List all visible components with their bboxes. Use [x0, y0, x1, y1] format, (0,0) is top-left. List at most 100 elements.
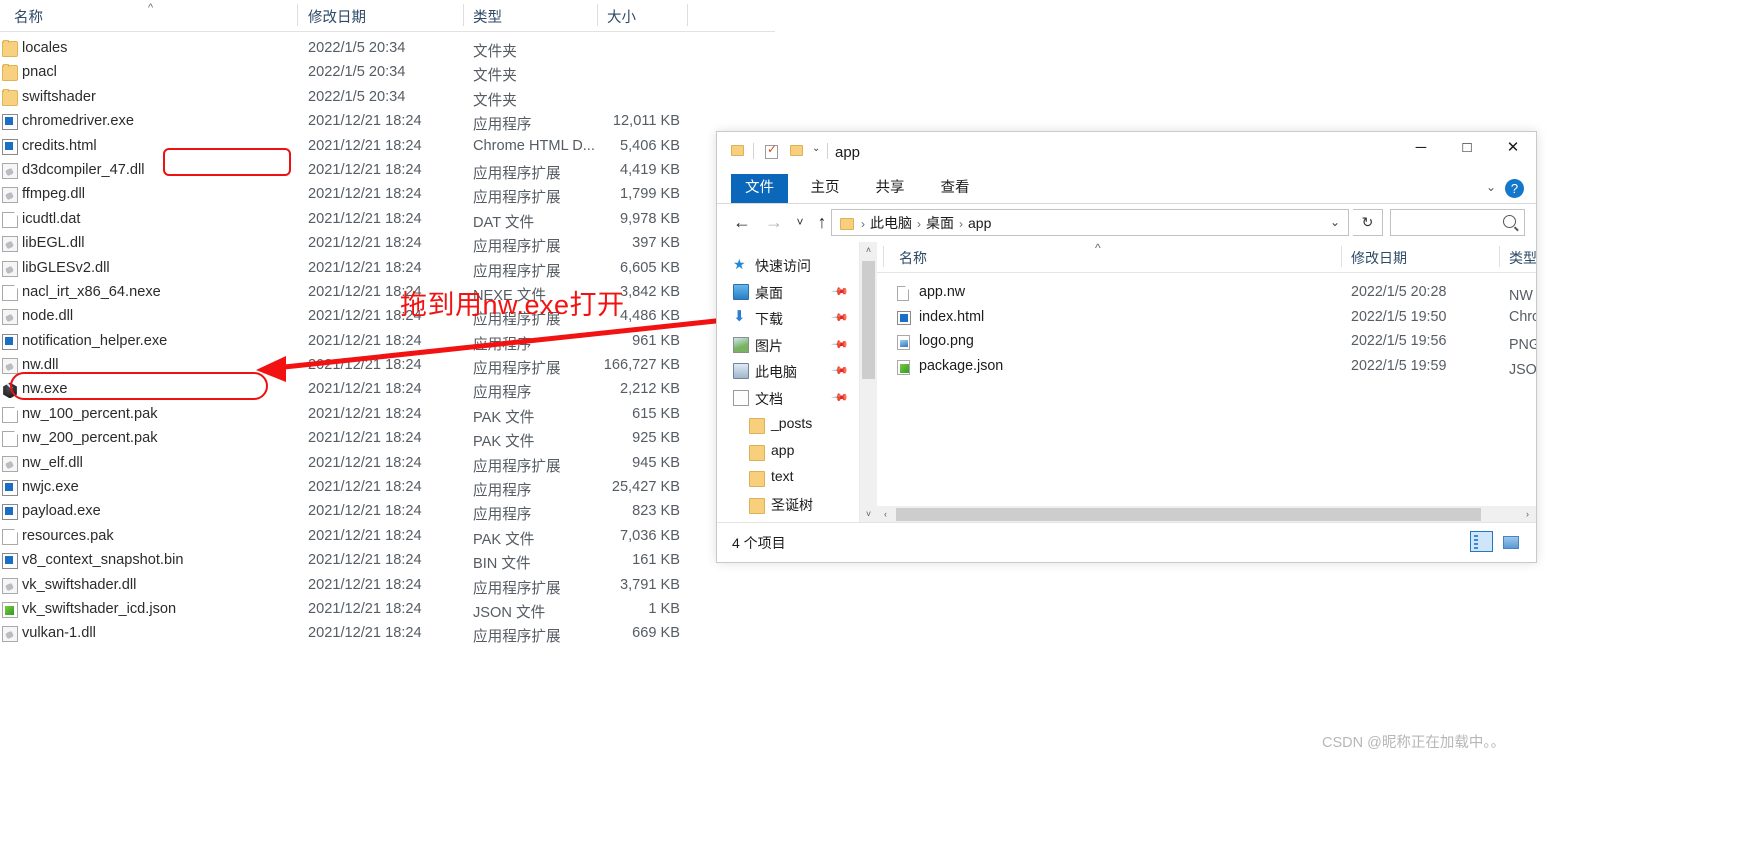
scroll-down-button[interactable]: ˅	[860, 506, 877, 523]
pin-icon[interactable]: 📌	[831, 308, 850, 327]
table-row[interactable]: nwjc.exe 2021/12/21 18:24 应用程序 25,427 KB	[0, 477, 775, 501]
sidebar-item-10[interactable]: 圣诞树	[717, 491, 859, 518]
ribbon-tabs[interactable]: 文件 主页 共享 查看 ⌄?	[717, 174, 1536, 204]
quick-access-new-folder-icon[interactable]	[790, 145, 803, 156]
table-row[interactable]: app.nw2022/1/5 20:28NW 文件13	[877, 282, 1536, 307]
scrollbar-thumb[interactable]	[862, 261, 875, 379]
address-bar-input[interactable]: › 此电脑 › 桌面 › app ⌄	[831, 209, 1349, 236]
pin-icon[interactable]: 📌	[831, 388, 850, 406]
table-row[interactable]: nw.dll 2021/12/21 18:24 应用程序扩展 166,727 KB	[0, 355, 775, 379]
pin-icon[interactable]: 📌	[831, 282, 850, 300]
table-row[interactable]: nw_100_percent.pak 2021/12/21 18:24 PAK 文件…	[0, 404, 775, 428]
sidebar-item-9[interactable]: text	[717, 464, 859, 491]
table-row[interactable]: v8_context_snapshot.bin 2021/12/21 18:24 B…	[0, 550, 775, 574]
star-icon: ★	[733, 256, 746, 272]
search-input[interactable]	[1390, 209, 1525, 236]
sidebar-item-6[interactable]: 文档 📌	[717, 385, 859, 412]
quick-access-chevron-down-icon[interactable]: ⌄	[812, 143, 820, 154]
recent-locations-button[interactable]: ˅	[789, 215, 811, 229]
header-divider[interactable]	[597, 4, 598, 26]
table-row[interactable]: icudtl.dat 2021/12/21 18:24 DAT 文件 9,978 KB	[0, 209, 775, 233]
breadcrumb-item-1[interactable]: 此电脑	[870, 215, 912, 231]
table-row[interactable]: nw_200_percent.pak 2021/12/21 18:24 PAK 文件…	[0, 428, 775, 452]
details-view-button[interactable]	[1470, 531, 1493, 552]
pin-icon[interactable]: 📌	[831, 335, 850, 353]
forward-button[interactable]: →	[763, 212, 785, 233]
breadcrumb[interactable]: › 此电脑 › 桌面 › app	[840, 213, 991, 233]
ribbon-tab-1[interactable]: 文件	[731, 174, 788, 203]
quick-access-folder-icon[interactable]	[731, 145, 744, 156]
large-icons-view-button[interactable]	[1499, 531, 1522, 552]
navigation-bar[interactable]: ← → ˅ ↑ › 此电脑 › 桌面 › app ⌄ ↻	[717, 204, 1536, 242]
header-divider[interactable]	[1341, 246, 1342, 267]
back-button[interactable]: ←	[731, 212, 753, 233]
scroll-left-button[interactable]: ‹	[877, 506, 894, 523]
breadcrumb-item-3[interactable]: app	[968, 215, 991, 231]
sidebar-item-4[interactable]: 图片 📌	[717, 332, 859, 359]
sidebar-item-7[interactable]: _posts	[717, 411, 859, 438]
table-row[interactable]: vulkan-1.dll 2021/12/21 18:24 应用程序扩展 669 KB	[0, 623, 775, 647]
sidebar-item-3[interactable]: ⬇ 下载 📌	[717, 305, 859, 332]
table-row[interactable]: locales 2022/1/5 20:34 文件夹	[0, 38, 775, 62]
table-row[interactable]: vk_swiftshader.dll 2021/12/21 18:24 应用程序扩展…	[0, 575, 775, 599]
pin-icon[interactable]: 📌	[831, 361, 850, 380]
table-row[interactable]: libGLESv2.dll 2021/12/21 18:24 应用程序扩展 6,605…	[0, 258, 775, 282]
help-icon[interactable]: ?	[1505, 179, 1524, 198]
scroll-right-button[interactable]: ›	[1519, 506, 1536, 523]
column-header-name[interactable]: 名称	[14, 6, 43, 27]
scrollbar-thumb[interactable]	[896, 508, 1481, 521]
table-row[interactable]: logo.png2022/1/5 19:56PNG 文件11	[877, 331, 1536, 356]
column-header-date[interactable]: 修改日期	[308, 6, 366, 27]
close-button[interactable]: ✕	[1490, 132, 1536, 164]
table-row[interactable]: swiftshader 2022/1/5 20:34 文件夹	[0, 87, 775, 111]
table-row[interactable]: resources.pak 2021/12/21 18:24 PAK 文件 7,036…	[0, 526, 775, 550]
navigation-pane-scrollbar[interactable]: ˄ ˅	[859, 242, 877, 523]
sidebar-item-5[interactable]: 此电脑 📌	[717, 358, 859, 385]
column-header-name[interactable]: 名称	[899, 248, 927, 268]
ribbon-tab-4[interactable]: 查看	[927, 174, 983, 203]
column-header-type[interactable]: 类型	[1509, 248, 1536, 268]
breadcrumb-dropdown-icon[interactable]: ⌄	[1330, 215, 1340, 229]
scroll-up-button[interactable]: ˄	[860, 242, 877, 259]
json-icon	[897, 359, 910, 375]
sidebar-item-1[interactable]: ★ 快速访问	[717, 252, 859, 279]
column-header-size[interactable]: 大小	[607, 6, 636, 27]
table-row[interactable]: nacl_irt_x86_64.nexe 2021/12/21 18:24 NEXE…	[0, 282, 775, 306]
up-button[interactable]: ↑	[811, 212, 833, 233]
column-header-type[interactable]: 类型	[473, 6, 502, 27]
table-row[interactable]: chromedriver.exe 2021/12/21 18:24 应用程序 12,0…	[0, 111, 775, 135]
table-row[interactable]: node.dll 2021/12/21 18:24 应用程序扩展 4,486 KB	[0, 306, 775, 330]
sidebar-item-2[interactable]: 桌面 📌	[717, 279, 859, 306]
sidebar-item-8[interactable]: app	[717, 438, 859, 465]
table-row[interactable]: pnacl 2022/1/5 20:34 文件夹	[0, 62, 775, 86]
header-divider[interactable]	[1499, 246, 1500, 267]
refresh-button[interactable]: ↻	[1353, 209, 1383, 236]
column-header-date[interactable]: 修改日期	[1351, 248, 1407, 268]
maximize-button[interactable]: □	[1444, 132, 1490, 164]
table-row[interactable]: notification_helper.exe 2021/12/21 18:24 应…	[0, 331, 775, 355]
header-divider[interactable]	[297, 4, 298, 26]
window-titlebar[interactable]: ⌄ app ─ □ ✕	[717, 132, 1536, 174]
table-row[interactable]: package.json2022/1/5 19:59JSON 文件1	[877, 356, 1536, 381]
explorer-window[interactable]: ⌄ app ─ □ ✕ 文件主页共享查看 ⌄? ← → ˅ ↑ › 此电脑 › 桌面 › a…	[716, 131, 1537, 563]
table-row[interactable]: index.html 2022/1/5 19:50 Chrome HTML D...…	[877, 307, 1536, 332]
table-row[interactable]: credits.html 2021/12/21 18:24 Chrome HTML …	[0, 136, 775, 160]
table-row[interactable]: payload.exe 2021/12/21 18:24 应用程序 823 KB	[0, 501, 775, 525]
table-row[interactable]: libEGL.dll 2021/12/21 18:24 应用程序扩展 397 KB	[0, 233, 775, 257]
navigation-pane[interactable]: ★ 快速访问 桌面 📌 ⬇ 下载 📌 图片 📌 此电脑 📌 文档 📌 _posts app text 圣诞树	[717, 242, 859, 523]
table-row[interactable]: ffmpeg.dll 2021/12/21 18:24 应用程序扩展 1,799 KB	[0, 184, 775, 208]
quick-access-properties-icon[interactable]	[765, 142, 778, 159]
minimize-button[interactable]: ─	[1398, 132, 1444, 164]
file-list-horizontal-scrollbar[interactable]: ‹ ›	[877, 506, 1536, 523]
ribbon-collapse-chevron-down-icon[interactable]: ⌄	[1486, 180, 1496, 194]
breadcrumb-item-2[interactable]: 桌面	[926, 215, 954, 231]
table-row[interactable]: d3dcompiler_47.dll 2021/12/21 18:24 应用程序扩展…	[0, 160, 775, 184]
table-row[interactable]: vk_swiftshader_icd.json 2021/12/21 18:24 J…	[0, 599, 775, 623]
header-divider[interactable]	[687, 4, 688, 26]
ribbon-tab-2[interactable]: 主页	[797, 174, 853, 203]
table-row[interactable]: nw.exe 2021/12/21 18:24 应用程序 2,212 KB	[0, 379, 775, 403]
header-divider[interactable]	[463, 4, 464, 26]
file-name: locales	[22, 40, 68, 56]
table-row[interactable]: nw_elf.dll 2021/12/21 18:24 应用程序扩展 945 KB	[0, 453, 775, 477]
ribbon-tab-3[interactable]: 共享	[862, 174, 918, 203]
